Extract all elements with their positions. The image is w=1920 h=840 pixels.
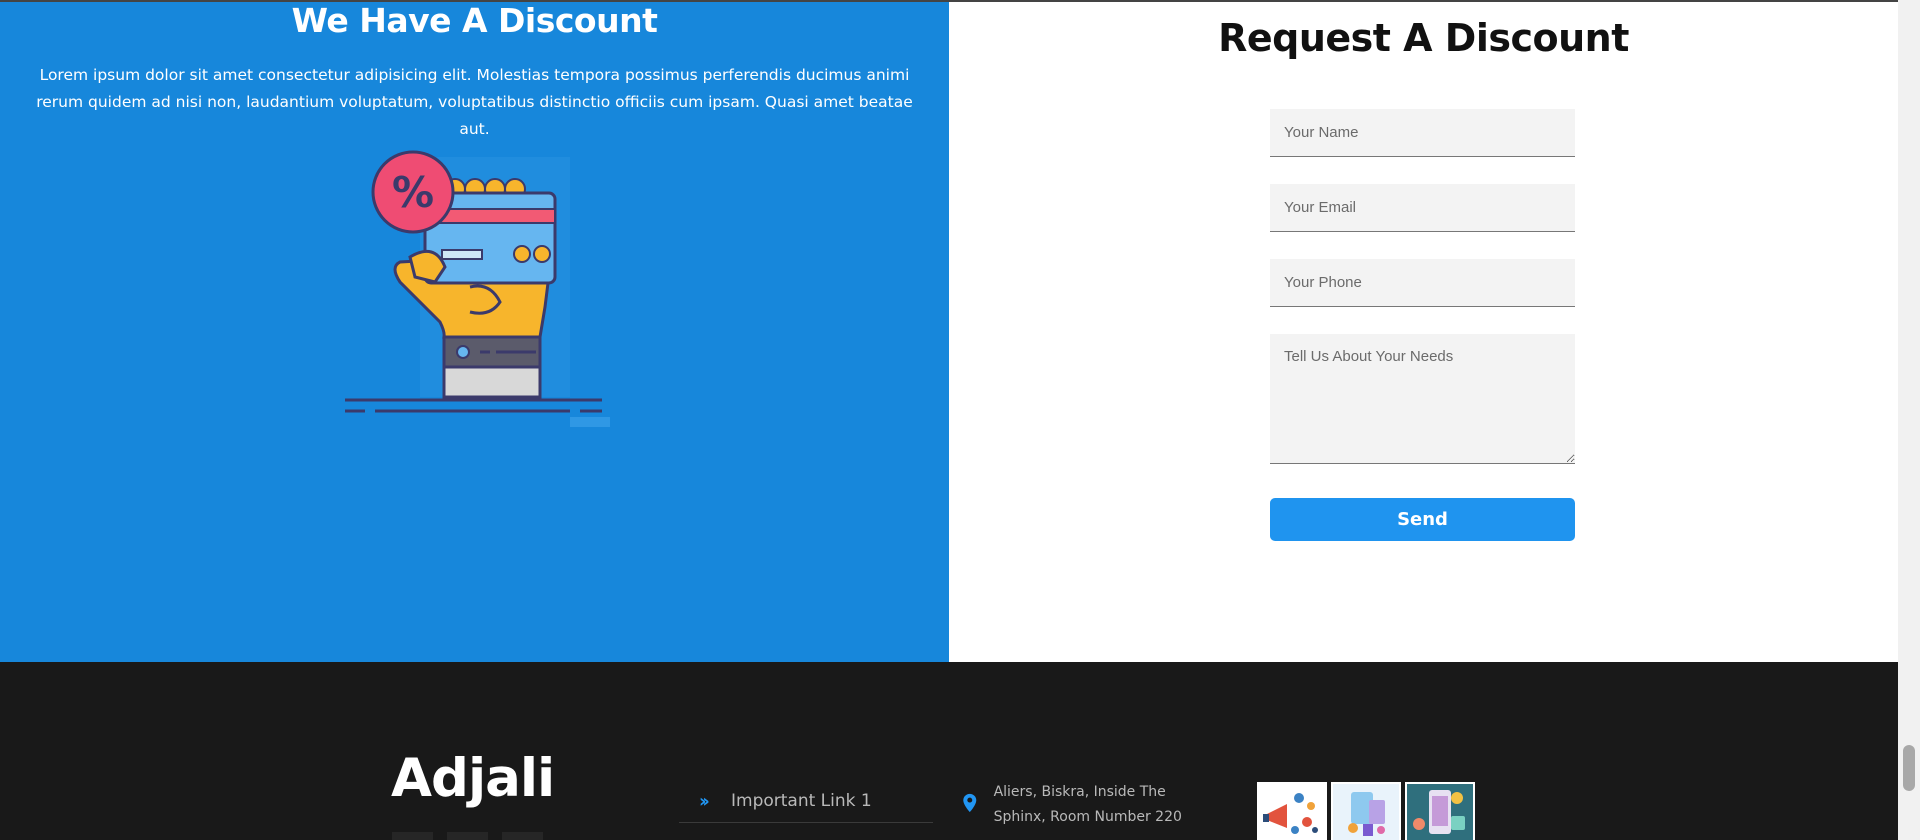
discount-card-hand-icon: % [340,147,630,437]
page: We Have A Discount Lorem ipsum dolor sit… [0,0,1920,840]
footer-brand: Adjali [391,748,555,809]
discount-request-form: Send [1270,109,1575,541]
double-chevron-right-icon: ›› [699,790,710,812]
gallery-image-3-icon[interactable] [1405,782,1475,840]
scrollbar-thumb[interactable] [1903,745,1915,791]
footer-contact: Aliers, Biskra, Inside The Sphinx, Room … [962,780,1212,830]
send-button[interactable]: Send [1270,498,1575,541]
footer: Adjali ›› Important Link 1 Aliers, Biskr… [0,662,1898,840]
discount-info-panel: We Have A Discount Lorem ipsum dolor sit… [0,2,949,662]
request-form-panel: Request A Discount Send [949,2,1898,662]
message-field[interactable] [1270,334,1575,464]
discount-title: We Have A Discount [291,1,658,40]
discount-description: Lorem ipsum dolor sit amet consectetur a… [36,66,913,138]
contact-address: Aliers, Biskra, Inside The Sphinx, Room … [993,784,1182,825]
social-link-1[interactable] [392,832,433,840]
name-field[interactable] [1270,109,1575,157]
discount-section: We Have A Discount Lorem ipsum dolor sit… [0,2,1898,662]
page-scrollbar[interactable] [1898,0,1920,840]
social-link-3[interactable] [502,832,543,840]
gallery-image-2-icon[interactable] [1331,782,1401,840]
footer-links: ›› Important Link 1 [679,780,933,823]
request-form-title: Request A Discount [1218,16,1629,60]
email-field[interactable] [1270,184,1575,232]
footer-link-1[interactable]: ›› Important Link 1 [679,780,933,823]
social-icons-row [392,832,543,840]
location-pin-icon [963,793,977,813]
footer-gallery [1257,782,1475,840]
footer-link-label: Important Link 1 [731,791,872,811]
svg-text:%: % [392,168,434,217]
social-link-2[interactable] [447,832,488,840]
gallery-image-1-icon[interactable] [1257,782,1327,840]
phone-field[interactable] [1270,259,1575,307]
